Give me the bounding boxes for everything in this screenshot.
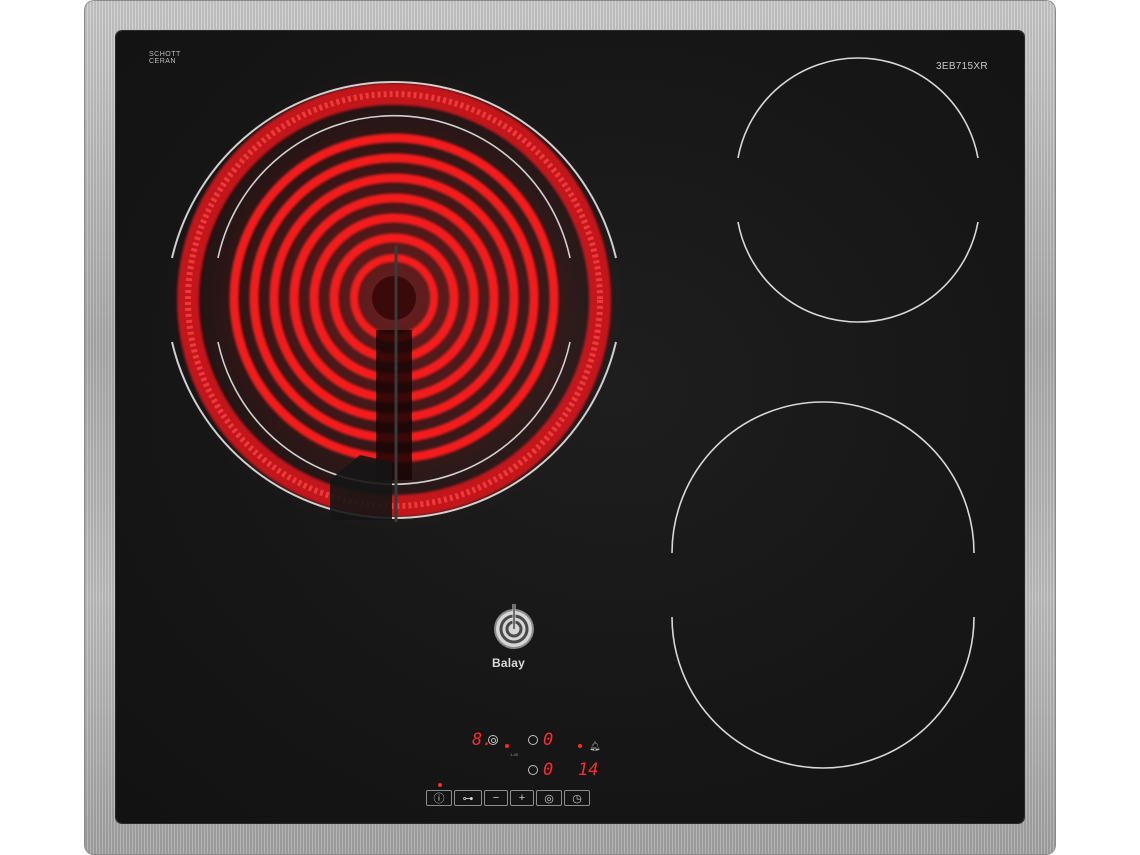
zone-select-indicator-a-icon	[528, 735, 538, 745]
timer-button[interactable]: ◷	[564, 790, 590, 806]
zone-back-right[interactable]	[737, 57, 979, 323]
zone-indicator-dot	[505, 744, 509, 748]
balay-logo-icon	[494, 604, 534, 649]
plus-button[interactable]: +	[510, 790, 534, 806]
zone-front-left[interactable]	[162, 68, 626, 532]
child-lock-button[interactable]: ⊶	[454, 790, 482, 806]
power-button[interactable]: ⓘ	[426, 790, 452, 806]
cooking-zones-layer	[162, 57, 979, 769]
touch-control-bar: ⓘ ⊶ − + ◎ ◷	[426, 789, 590, 807]
zone-front-right[interactable]	[671, 401, 975, 769]
timer-indicator-dot	[578, 744, 582, 748]
brand-name: Balay	[492, 656, 526, 670]
minus-button[interactable]: −	[484, 790, 508, 806]
zone-level-display-b: 0	[543, 760, 554, 780]
dual-zone-indicator-icon	[488, 735, 498, 745]
zone-level-display-a: 0	[543, 730, 554, 750]
power-indicator-dot	[438, 783, 442, 787]
bell-icon: 🔔︎	[589, 741, 601, 751]
zone-select-indicator-b-icon	[528, 765, 538, 775]
timer-display: 14	[578, 760, 599, 780]
sub-label: 1-40	[510, 752, 519, 757]
dual-zone-button[interactable]: ◎	[536, 790, 562, 806]
